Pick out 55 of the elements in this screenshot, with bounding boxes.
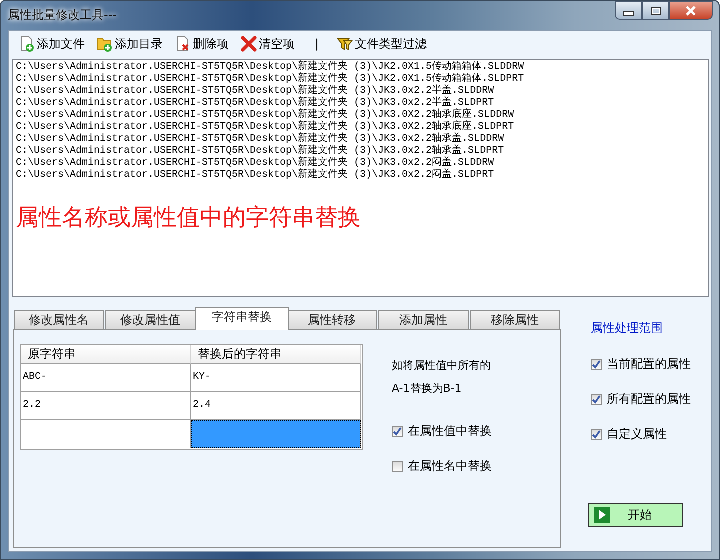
play-icon xyxy=(594,507,610,523)
file-path[interactable]: C:\Users\Administrator.USERCHI-ST5TQ5R\Desktop\新建文件夹 (3)\JK3.0X2.2轴承底座.SLDDRW xyxy=(16,110,514,122)
cross-icon xyxy=(241,36,257,52)
table-cell[interactable]: ABC- xyxy=(21,364,191,392)
table-cell[interactable]: 2.2 xyxy=(21,392,191,420)
column-header[interactable]: 原字符串 xyxy=(21,345,191,364)
table-cell[interactable] xyxy=(191,420,361,448)
close-button[interactable] xyxy=(669,1,713,20)
toolbar-button[interactable]: 文件类型过滤 xyxy=(335,34,434,54)
checkbox[interactable] xyxy=(392,426,403,436)
file-path[interactable]: C:\Users\Administrator.USERCHI-ST5TQ5R\Desktop\新建文件夹 (3)\JK3.0x2.2轴承盖.SLDPRT xyxy=(16,146,504,158)
checkbox-label[interactable]: 在属性值中替换 xyxy=(408,422,492,440)
funnel-icon xyxy=(337,36,354,52)
tab[interactable]: 属性转移 xyxy=(287,310,378,330)
file-path[interactable]: C:\Users\Administrator.USERCHI-ST5TQ5R\Desktop\新建文件夹 (3)\JK3.0x2.2闷盖.SLDPRT xyxy=(16,170,494,182)
file-path[interactable]: C:\Users\Administrator.USERCHI-ST5TQ5R\Desktop\新建文件夹 (3)\JK3.0x2.2闷盖.SLDDRW xyxy=(16,158,494,170)
group-title: 属性处理范围 xyxy=(591,320,664,337)
checkbox-label[interactable]: 自定义属性 xyxy=(607,426,667,442)
toolbar-button[interactable]: 清空项 xyxy=(239,34,301,54)
file-plus-icon xyxy=(19,36,35,52)
tab[interactable]: 字符串替换 xyxy=(194,307,289,330)
column-header[interactable]: 替换后的字符串 xyxy=(191,345,361,364)
maximize-button[interactable] xyxy=(642,1,669,20)
file-path[interactable]: C:\Users\Administrator.USERCHI-ST5TQ5R\Desktop\新建文件夹 (3)\JK3.0x2.2半盖.SLDPRT xyxy=(16,98,494,110)
checkbox-label[interactable]: 所有配置的属性 xyxy=(607,390,691,408)
checkbox[interactable] xyxy=(591,428,602,440)
banner-text: 属性名称或属性值中的字符串替换 xyxy=(16,204,361,233)
folder-plus-icon xyxy=(97,36,113,52)
file-x-icon xyxy=(175,36,191,52)
start-button[interactable]: 开始 xyxy=(588,503,683,527)
toolbar-button[interactable]: 添加文件 xyxy=(17,34,91,54)
checkbox[interactable] xyxy=(591,358,602,370)
file-list[interactable] xyxy=(12,59,709,297)
file-path[interactable]: C:\Users\Administrator.USERCHI-ST5TQ5R\Desktop\新建文件夹 (3)\JK3.0x2.2半盖.SLDDRW xyxy=(16,86,494,98)
close-icon xyxy=(685,6,697,16)
file-path[interactable]: C:\Users\Administrator.USERCHI-ST5TQ5R\Desktop\新建文件夹 (3)\JK3.0X2.2轴承底座.SLDPRT xyxy=(16,122,514,134)
hint-text: A-1替换为B-1 xyxy=(392,381,462,397)
toolbar-button[interactable]: 删除项 xyxy=(173,34,235,54)
checkbox[interactable] xyxy=(591,394,602,404)
file-path[interactable]: C:\Users\Administrator.USERCHI-ST5TQ5R\Desktop\新建文件夹 (3)\JK3.0x2.2轴承盖.SLDDRW xyxy=(16,134,504,146)
table-cell[interactable]: KY- xyxy=(191,364,361,392)
toolbar-button[interactable]: 添加目录 xyxy=(95,34,169,54)
tab[interactable]: 添加属性 xyxy=(378,310,469,330)
window-title: 属性批量修改工具--- xyxy=(7,7,117,24)
checkbox[interactable] xyxy=(392,460,403,472)
file-path[interactable]: C:\Users\Administrator.USERCHI-ST5TQ5R\Desktop\新建文件夹 (3)\JK2.0X1.5传动箱箱体.SLDPRT xyxy=(16,74,524,86)
file-path[interactable]: C:\Users\Administrator.USERCHI-ST5TQ5R\Desktop\新建文件夹 (3)\JK2.0X1.5传动箱箱体.SLDDRW xyxy=(16,62,524,74)
toolbar-separator: | xyxy=(314,37,320,51)
hint-text: 如将属性值中所有的 xyxy=(392,358,491,374)
checkbox-label[interactable]: 当前配置的属性 xyxy=(607,356,691,372)
minimize-button[interactable] xyxy=(615,1,642,20)
tab[interactable]: 修改属性名 xyxy=(14,310,104,330)
tab[interactable]: 修改属性值 xyxy=(105,310,196,330)
tab[interactable]: 移除属性 xyxy=(470,310,560,330)
checkbox-label[interactable]: 在属性名中替换 xyxy=(408,458,492,474)
